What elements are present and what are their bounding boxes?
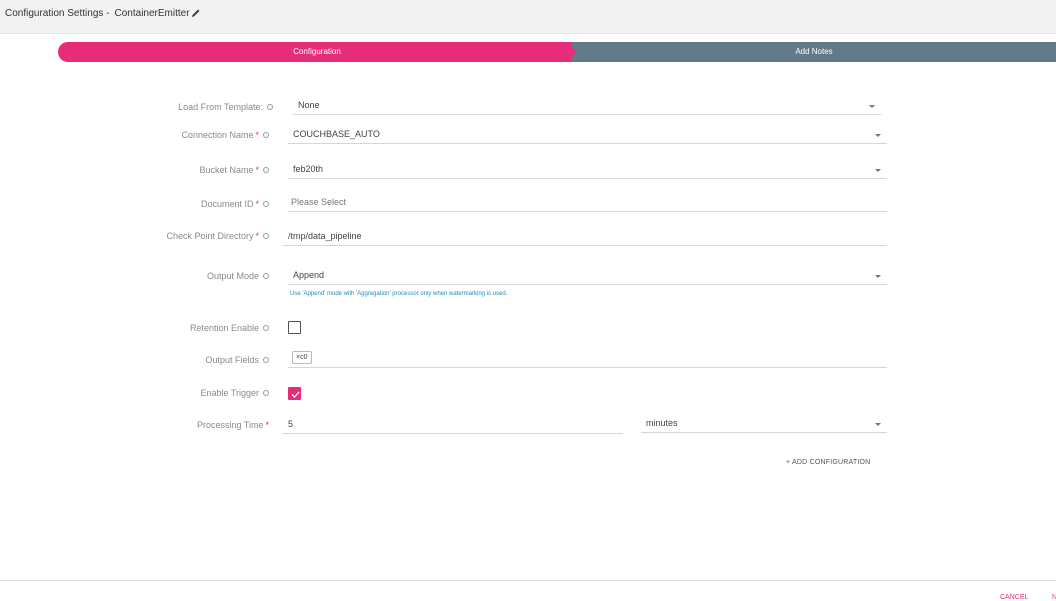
- document-id-placeholder: Please Select: [291, 197, 347, 207]
- edit-pencil-icon[interactable]: [191, 8, 201, 18]
- info-icon: [263, 356, 269, 363]
- add-configuration-button[interactable]: + ADD CONFIGURATION: [786, 459, 870, 466]
- info-icon: [263, 232, 269, 239]
- step-add-notes[interactable]: Add Notes: [572, 42, 1056, 62]
- top-bar: Configuration Settings - ContainerEmitter: [0, 0, 1056, 34]
- output-fields-input[interactable]: [288, 350, 887, 368]
- info-icon: [267, 103, 273, 110]
- connection-name-label: Connection Name *: [181, 130, 269, 140]
- info-icon: [263, 200, 269, 207]
- document-id-input[interactable]: Please Select: [288, 194, 887, 212]
- chip-label: c0: [300, 354, 308, 361]
- chevron-down-icon: [875, 275, 881, 278]
- load-from-template-label: Load From Template:: [178, 102, 273, 112]
- info-icon: [263, 131, 269, 138]
- bucket-name-label: Bucket Name *: [199, 165, 269, 175]
- step-configuration[interactable]: Configuration: [58, 42, 576, 62]
- info-icon: [263, 389, 269, 396]
- page-title-label: Configuration Settings -: [5, 8, 110, 19]
- chevron-down-icon: [875, 134, 881, 137]
- checkpoint-directory-value: /tmp/data_pipeline: [288, 231, 362, 241]
- checkpoint-directory-label: Check Point Directory *: [166, 231, 269, 241]
- stepper: Configuration Add Notes: [58, 42, 1056, 62]
- retention-enable-checkbox[interactable]: [288, 321, 301, 334]
- info-icon: [263, 272, 269, 279]
- output-mode-value: Append: [293, 270, 325, 280]
- chevron-down-icon: [875, 423, 881, 426]
- chevron-down-icon: [869, 105, 875, 108]
- retention-enable-label: Retention Enable: [190, 323, 269, 333]
- output-field-chip[interactable]: ×c0: [292, 351, 312, 364]
- checkpoint-directory-input[interactable]: /tmp/data_pipeline: [283, 228, 887, 246]
- output-mode-select[interactable]: Append: [288, 267, 887, 285]
- component-name: ContainerEmitter: [114, 8, 190, 19]
- footer-divider: [0, 580, 1056, 581]
- load-from-template-select[interactable]: None: [293, 97, 881, 115]
- step-arrow: [568, 42, 576, 62]
- processing-time-unit-value: minutes: [646, 418, 678, 428]
- output-mode-label: Output Mode: [207, 271, 269, 281]
- enable-trigger-checkbox[interactable]: [288, 387, 301, 400]
- bucket-name-select[interactable]: feb20th: [288, 161, 887, 179]
- chevron-down-icon: [875, 169, 881, 172]
- info-icon: [263, 324, 269, 331]
- processing-time-value: 5: [288, 419, 294, 429]
- output-mode-hint: Use 'Append' mode with 'Aggregation' pro…: [290, 291, 508, 297]
- connection-name-select[interactable]: COUCHBASE_AUTO: [288, 126, 887, 144]
- page-title: Configuration Settings - ContainerEmitter: [5, 8, 190, 19]
- connection-name-value: COUCHBASE_AUTO: [293, 129, 380, 139]
- enable-trigger-label: Enable Trigger: [200, 388, 269, 398]
- processing-time-unit-select[interactable]: minutes: [641, 415, 887, 433]
- output-fields-label: Output Fields: [205, 355, 269, 365]
- processing-time-input[interactable]: 5: [283, 416, 623, 434]
- info-icon: [263, 166, 269, 173]
- processing-time-label: Processing Time *: [196, 420, 269, 430]
- document-id-label: Document ID *: [201, 199, 269, 209]
- checkmark-icon: [291, 391, 300, 398]
- bucket-name-value: feb20th: [293, 164, 324, 174]
- load-from-template-value: None: [298, 100, 320, 110]
